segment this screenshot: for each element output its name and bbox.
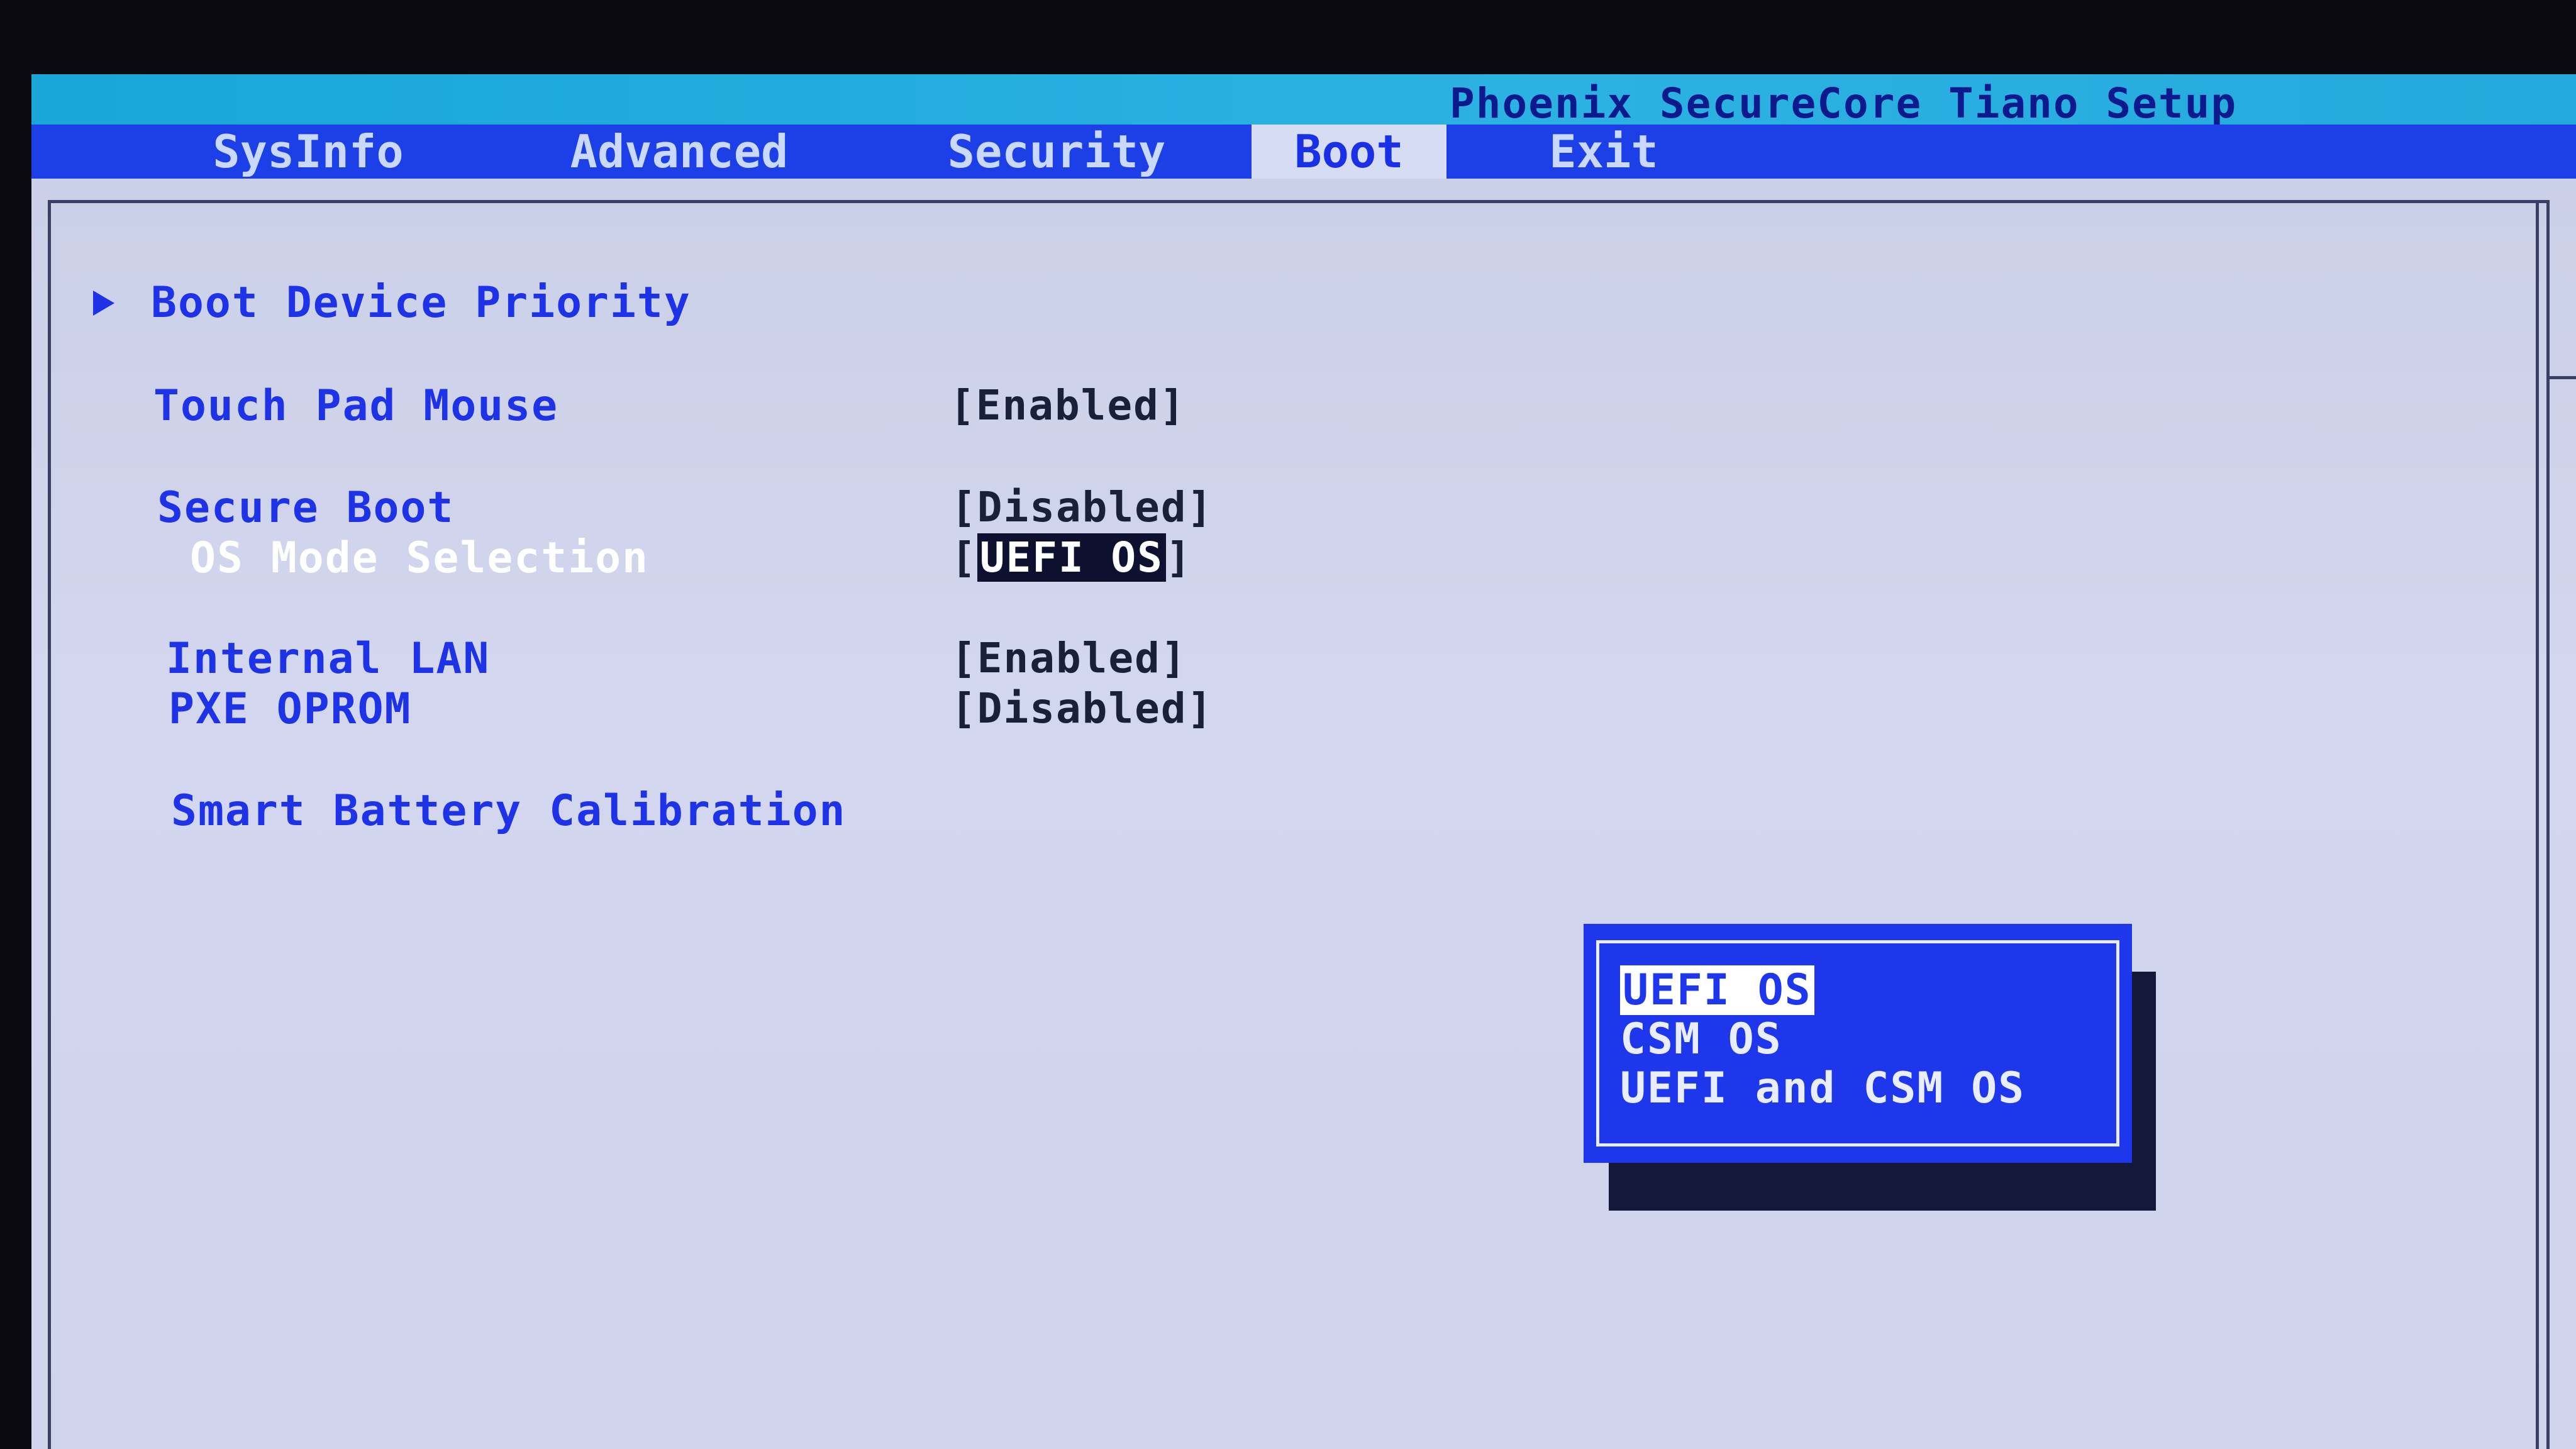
tab-advanced[interactable]: Advanced (509, 125, 849, 179)
secure-boot-value[interactable]: [Disabled] (951, 483, 1213, 531)
internal-lan-label[interactable]: Internal LAN (166, 634, 490, 684)
popup-option-csm-os[interactable]: CSM OS (1620, 1014, 1782, 1064)
value-bracket-open: [ (951, 533, 977, 582)
popup-option-uefi-os[interactable]: UEFI OS (1620, 965, 1814, 1015)
help-panel (2547, 200, 2576, 379)
boot-device-priority-item[interactable]: Boot Device Priority (151, 278, 691, 328)
title-bar: Phoenix SecureCore Tiano Setup (31, 74, 2576, 128)
menu-bar: SysInfo Advanced Security Boot Exit (31, 125, 2576, 179)
pxe-oprom-value[interactable]: [Disabled] (951, 684, 1213, 733)
value-bracket-close: ] (1165, 533, 1192, 582)
touch-pad-mouse-label[interactable]: Touch Pad Mouse (153, 381, 558, 431)
submenu-arrow-icon (93, 291, 114, 316)
pxe-oprom-label[interactable]: PXE OPROM (169, 684, 411, 734)
secure-boot-label[interactable]: Secure Boot (157, 483, 454, 533)
smart-battery-calibration-item[interactable]: Smart Battery Calibration (171, 786, 847, 836)
app-title: Phoenix SecureCore Tiano Setup (1450, 79, 2238, 128)
os-mode-selection-value[interactable]: [UEFI OS] (951, 533, 1192, 582)
popup-option-uefi-and-csm-os[interactable]: UEFI and CSM OS (1620, 1063, 2025, 1113)
tab-boot[interactable]: Boot (1252, 125, 1446, 179)
tab-sysinfo[interactable]: SysInfo (145, 125, 472, 179)
os-mode-current-value: UEFI OS (977, 533, 1166, 582)
help-panel-divider (2536, 200, 2539, 1449)
internal-lan-value[interactable]: [Enabled] (951, 634, 1187, 682)
touch-pad-mouse-value[interactable]: [Enabled] (950, 381, 1186, 430)
tab-security[interactable]: Security (887, 125, 1226, 179)
os-mode-selection-label[interactable]: OS Mode Selection (190, 533, 649, 583)
tab-exit[interactable]: Exit (1497, 125, 1711, 179)
os-mode-popup: UEFI OS CSM OS UEFI and CSM OS (1584, 924, 2132, 1163)
bios-screen: Phoenix SecureCore Tiano Setup SysInfo A… (31, 74, 2576, 1449)
